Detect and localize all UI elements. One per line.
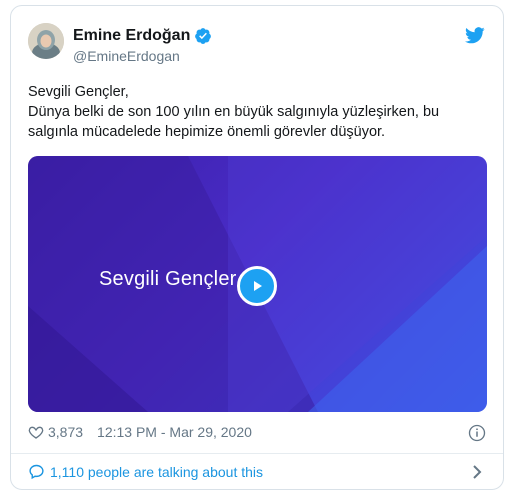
tweet-card[interactable]: Emine Erdoğan @EmineErdogan Sevgili Genç… [10, 5, 504, 490]
conversation-label[interactable]: 1,110 people are talking about this [50, 464, 263, 480]
twitter-bird-icon[interactable] [465, 27, 485, 44]
author-name-row[interactable]: Emine Erdoğan [73, 27, 212, 45]
like-count[interactable]: 3,873 [48, 424, 83, 440]
tweet-text: Sevgili Gençler, Dünya belki de son 100 … [28, 82, 493, 142]
tweet-text-line: Dünya belki de son 100 yılın en büyük sa… [28, 104, 440, 120]
avatar-image [28, 23, 64, 59]
tweet-meta-row: 3,873 12:13 PM - Mar 29, 2020 [28, 424, 252, 440]
video-title: Sevgili Gençler [99, 268, 237, 290]
author-display-name[interactable]: Emine Erdoğan [73, 27, 190, 45]
video-player[interactable]: Sevgili Gençler [28, 156, 487, 412]
verified-badge-icon [194, 27, 212, 45]
divider [11, 453, 503, 454]
tweet-text-line: Sevgili Gençler, [28, 84, 129, 100]
heart-icon[interactable] [28, 424, 44, 440]
chevron-right-icon[interactable] [471, 464, 483, 480]
speech-bubble-icon [28, 463, 45, 480]
tweet-timestamp[interactable]: 12:13 PM - Mar 29, 2020 [97, 424, 252, 440]
conversation-link[interactable]: 1,110 people are talking about this [28, 463, 263, 480]
tweet-text-line: salgınla mücadelede hepimize önemli göre… [28, 124, 386, 140]
play-icon [254, 281, 262, 291]
play-button[interactable] [237, 266, 277, 306]
avatar[interactable] [28, 23, 64, 59]
info-icon[interactable] [468, 424, 486, 442]
author-handle[interactable]: @EmineErdogan [73, 48, 180, 64]
